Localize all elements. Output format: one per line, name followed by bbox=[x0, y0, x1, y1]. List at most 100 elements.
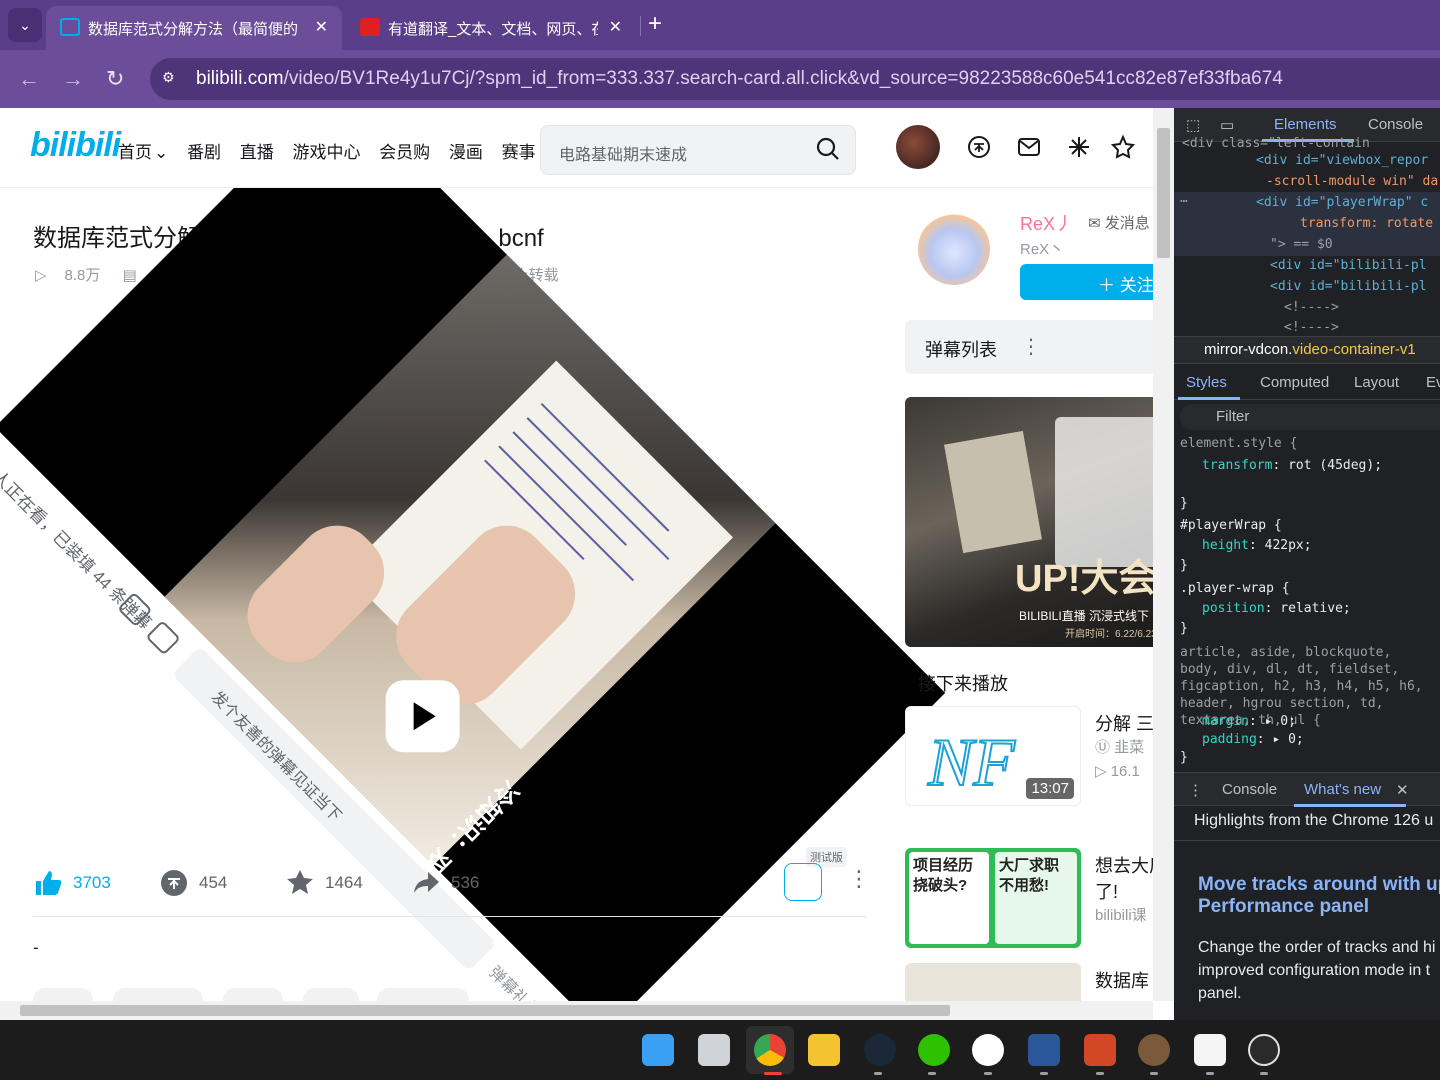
typora-icon[interactable] bbox=[1194, 1034, 1226, 1066]
prop-value[interactable]: ▸ 0; bbox=[1265, 714, 1296, 729]
more-options-icon[interactable]: ⋮ bbox=[1021, 334, 1041, 359]
prop-value[interactable]: ▸ 0; bbox=[1272, 732, 1303, 747]
css-declaration[interactable]: position: relative; bbox=[1202, 601, 1351, 616]
recommend-title[interactable]: 想去大厂 bbox=[1095, 852, 1153, 878]
new-tab-plus-icon[interactable]: + bbox=[648, 10, 662, 38]
nav-manga[interactable]: 漫画 bbox=[449, 143, 483, 162]
drawer-menu-icon[interactable]: ⋮ bbox=[1188, 781, 1203, 799]
search-icon[interactable] bbox=[815, 136, 841, 162]
close-drawer-tab-icon[interactable]: ✕ bbox=[1396, 781, 1409, 799]
nav-mall[interactable]: 会员购 bbox=[379, 143, 430, 162]
nav-anime[interactable]: 番剧 bbox=[187, 143, 221, 162]
address-bar[interactable]: ⚙ bilibili.com/video/BV1Re4y1u7Cj/?spm_i… bbox=[150, 58, 1440, 100]
tab-styles[interactable]: Styles bbox=[1186, 374, 1227, 391]
drawer-tab-console[interactable]: Console bbox=[1222, 781, 1277, 798]
dom-node-style-attr[interactable]: transform: rotate bbox=[1300, 216, 1433, 231]
tab-layout[interactable]: Layout bbox=[1354, 374, 1399, 391]
inspect-element-icon[interactable]: ⬚ bbox=[1186, 116, 1200, 134]
tag-chip[interactable] bbox=[33, 988, 93, 1001]
horizontal-scrollbar[interactable] bbox=[0, 1001, 1153, 1020]
recommend-title[interactable]: 分解 三 bbox=[1095, 710, 1153, 736]
word-icon[interactable] bbox=[1028, 1034, 1060, 1066]
file-explorer-icon[interactable] bbox=[808, 1034, 840, 1066]
nav-live[interactable]: 直播 bbox=[240, 143, 274, 162]
danmaku-settings-icon[interactable] bbox=[145, 620, 181, 656]
breadcrumb[interactable]: mirror-vdcon.video-container-v1 bbox=[1174, 336, 1440, 364]
recommend-card[interactable]: 项目经历挠破头? 大厂求职不用愁! 想去大厂 了! bilibili课 bbox=[905, 848, 1153, 948]
dom-node-selected[interactable]: <div id="playerWrap" c bbox=[1256, 195, 1428, 210]
recommend-thumbnail[interactable] bbox=[905, 963, 1081, 1001]
send-message-link[interactable]: ✉ 发消息 bbox=[1088, 212, 1150, 233]
scroll-thumb[interactable] bbox=[20, 1005, 950, 1016]
coin-button[interactable]: 454 bbox=[159, 868, 227, 898]
tab-search-chevron-icon[interactable]: ⌄ bbox=[8, 8, 42, 42]
dom-node[interactable]: <div id="viewbox_repor bbox=[1256, 153, 1428, 168]
prop-name[interactable]: padding bbox=[1202, 732, 1257, 747]
uploader-name[interactable]: ReX丿 bbox=[1020, 210, 1073, 236]
chrome-icon[interactable] bbox=[754, 1034, 786, 1066]
windows-start-icon[interactable] bbox=[642, 1034, 674, 1066]
drawer-tab-whats-new[interactable]: What's new bbox=[1304, 781, 1381, 798]
dom-node[interactable]: <div id="bilibili-pl bbox=[1270, 258, 1427, 273]
more-options-icon[interactable]: ⋮ bbox=[848, 866, 870, 892]
danmaku-list-panel[interactable]: 弹幕列表 ⋮ bbox=[905, 320, 1153, 374]
nav-home-chevron-icon[interactable]: ⌄ bbox=[154, 143, 168, 162]
recommend-card[interactable]: 数据库 bbox=[905, 963, 1153, 1001]
tab-computed[interactable]: Computed bbox=[1260, 374, 1329, 391]
tag-chip[interactable] bbox=[303, 988, 359, 1001]
breadcrumb-element[interactable]: mirror-vdcon. bbox=[1204, 341, 1292, 358]
styles-filter-input[interactable]: Filter bbox=[1180, 404, 1440, 430]
recommend-title[interactable]: 数据库 bbox=[1095, 967, 1149, 993]
favorites-star-icon[interactable] bbox=[1110, 134, 1136, 160]
tab-youdao[interactable]: 有道翻译_文本、文档、网页、在 ✕ bbox=[346, 6, 636, 50]
recommend-card[interactable]: NF 13:07 分解 三 Ⓤ 韭菜 ▷ 16.1 bbox=[905, 706, 1153, 806]
scroll-thumb[interactable] bbox=[1157, 128, 1170, 258]
tab-elements[interactable]: Elements bbox=[1274, 116, 1337, 133]
user-avatar[interactable] bbox=[896, 125, 940, 169]
tab-event-listeners[interactable]: Ev bbox=[1426, 374, 1440, 391]
ad-banner[interactable]: UP!大会 BILIBILI直播 沉浸式线下 开启时间：6.22/6.23 bbox=[905, 397, 1153, 647]
dom-node[interactable]: <div id="bilibili-pl bbox=[1270, 279, 1427, 294]
prop-name[interactable]: margin bbox=[1202, 714, 1249, 729]
reload-icon[interactable]: ↻ bbox=[106, 66, 124, 92]
app-store-icon[interactable] bbox=[972, 1034, 1004, 1066]
close-tab-icon[interactable]: ✕ bbox=[315, 17, 328, 37]
nav-esports[interactable]: 赛事 bbox=[502, 143, 536, 162]
tab-console[interactable]: Console bbox=[1368, 116, 1423, 133]
recommend-thumbnail[interactable]: 项目经历挠破头? 大厂求职不用愁! bbox=[905, 848, 1081, 948]
filter-placeholder[interactable]: Filter bbox=[1216, 408, 1249, 425]
close-tab-icon[interactable]: ✕ bbox=[609, 17, 622, 37]
wechat-icon[interactable] bbox=[918, 1034, 950, 1066]
dom-comment[interactable]: <!----> bbox=[1284, 320, 1339, 335]
css-declaration[interactable]: height: 422px; bbox=[1202, 538, 1312, 553]
back-arrow-icon[interactable]: ← bbox=[18, 66, 40, 92]
premium-icon[interactable] bbox=[966, 134, 992, 160]
prop-value[interactable]: relative; bbox=[1280, 601, 1350, 616]
search-box[interactable]: 电路基础期末速成 bbox=[540, 125, 856, 175]
forward-arrow-icon[interactable]: → bbox=[62, 66, 84, 92]
dom-node-end[interactable]: "> == $0 bbox=[1270, 237, 1333, 252]
more-icon[interactable]: ⋯ bbox=[1180, 194, 1188, 209]
bilibili-logo[interactable]: bilibili bbox=[30, 126, 121, 165]
dom-node[interactable]: -scroll-module win" da bbox=[1266, 174, 1438, 189]
breadcrumb-class[interactable]: video-container-v1 bbox=[1292, 341, 1415, 358]
play-button[interactable] bbox=[385, 680, 460, 753]
tab-bilibili[interactable]: 数据库范式分解方法（最简便的 ✕ bbox=[46, 6, 342, 50]
follow-button[interactable]: ＋ 关注 bbox=[1020, 264, 1153, 300]
ai-assistant-robot-icon[interactable] bbox=[784, 863, 822, 901]
favorite-button[interactable]: 1464 bbox=[285, 868, 363, 898]
steam-icon[interactable] bbox=[864, 1034, 896, 1066]
message-icon[interactable] bbox=[1016, 134, 1042, 160]
whats-new-title-link[interactable]: Move tracks around with up Performance p… bbox=[1198, 874, 1440, 918]
like-button[interactable]: 3703 bbox=[33, 868, 111, 898]
search-placeholder[interactable]: 电路基础期末速成 bbox=[559, 141, 687, 165]
css-declaration[interactable]: padding: ▸ 0; bbox=[1202, 732, 1304, 747]
powerpoint-icon[interactable] bbox=[1084, 1034, 1116, 1066]
tag-chip[interactable] bbox=[223, 988, 283, 1001]
prop-name[interactable]: position bbox=[1202, 601, 1265, 616]
site-info-icon[interactable]: ⚙ bbox=[162, 69, 182, 89]
task-view-icon[interactable] bbox=[698, 1034, 730, 1066]
obs-icon[interactable] bbox=[1248, 1034, 1280, 1066]
vertical-scrollbar[interactable] bbox=[1153, 108, 1174, 1001]
danmaku-etiquette-link[interactable]: 弹幕礼仪 › bbox=[485, 960, 554, 1001]
